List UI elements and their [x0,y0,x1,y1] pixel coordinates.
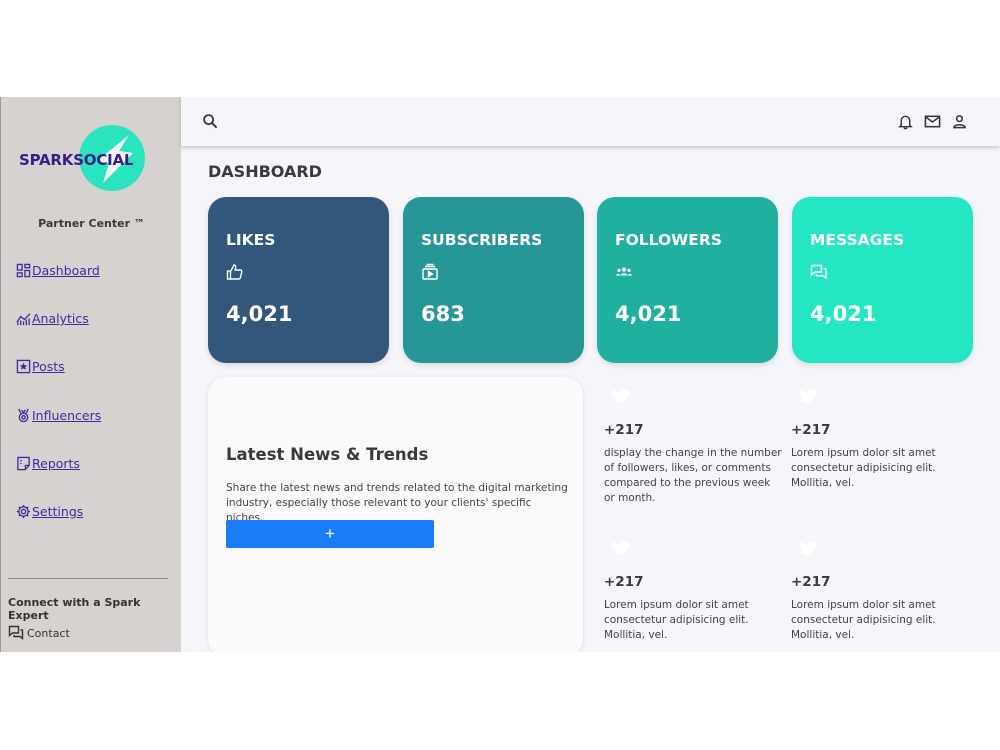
expert-heading: Connect with a Spark Expert [8,596,141,622]
analytics-icon [16,311,31,326]
stat-label: MESSAGES [810,231,905,249]
add-news-button[interactable]: + [226,520,434,548]
twitter-icon [612,540,630,556]
app-window: SPARKSOCIAL Partner Center ™ Dashboard A… [0,97,1000,652]
news-card: Latest News & Trends Share the latest ne… [208,377,583,652]
group-icon [615,263,633,281]
sidebar-item-influencers[interactable]: Influencers [16,408,101,423]
sidebar: SPARKSOCIAL Partner Center ™ Dashboard A… [0,97,181,652]
trend-text: Lorem ipsum dolor sit amet consectetur a… [604,599,749,641]
twitter-icon [799,540,817,556]
dashboard-icon [16,263,31,278]
partner-center-label: Partner Center ™ [38,217,145,230]
stat-value: 4,021 [615,302,682,326]
trend-text: display the change in the number of foll… [604,447,782,504]
thumbs-up-icon [226,263,244,281]
stat-card-subscribers[interactable]: SUBSCRIBERS 683 [403,197,584,363]
stat-label: LIKES [226,231,276,249]
chat-icon [8,625,24,640]
trend-delta: +217 [604,422,644,438]
sidebar-item-label: Analytics [32,311,89,326]
news-title: Latest News & Trends [226,445,429,464]
twitter-icon [612,388,630,404]
sidebar-item-label: Settings [32,504,84,519]
mail-icon[interactable] [924,113,941,130]
twitter-icon [799,388,817,404]
stat-value: 4,021 [810,302,877,326]
sidebar-item-posts[interactable]: Posts [16,359,65,374]
sidebar-item-analytics[interactable]: Analytics [16,311,89,326]
trend-text: Lorem ipsum dolor sit amet consectetur a… [791,599,936,641]
stat-label: FOLLOWERS [615,231,722,249]
sidebar-item-label: Influencers [32,408,102,423]
bell-icon[interactable] [897,113,914,130]
sidebar-item-label: Posts [32,359,65,374]
user-icon[interactable] [951,113,968,130]
stat-value: 683 [421,302,465,326]
reports-icon [16,456,31,471]
sidebar-item-settings[interactable]: Settings [16,504,83,519]
influencers-icon [16,408,31,423]
logo-text: SPARKSOCIAL [19,151,134,169]
posts-icon [16,359,31,374]
trend-text: Lorem ipsum dolor sit amet consectetur a… [791,447,936,489]
chat-icon [810,263,828,281]
sparksocial-logo[interactable]: SPARKSOCIAL [19,125,149,195]
page-title: DASHBOARD [208,162,322,181]
top-bar [181,97,1000,146]
sidebar-item-label: Reports [32,456,80,471]
stat-card-messages[interactable]: MESSAGES 4,021 [792,197,973,363]
subscriptions-icon [421,263,439,281]
sidebar-divider [8,578,168,579]
search-icon[interactable] [202,113,219,130]
contact-link[interactable]: Contact [8,625,70,641]
stat-value: 4,021 [226,302,293,326]
stat-card-likes[interactable]: LIKES 4,021 [208,197,389,363]
trend-delta: +217 [604,574,644,590]
settings-icon [16,504,31,519]
sidebar-item-reports[interactable]: Reports [16,456,80,471]
trend-delta: +217 [791,422,831,438]
stat-label: SUBSCRIBERS [421,231,543,249]
trend-delta: +217 [791,574,831,590]
sidebar-item-dashboard[interactable]: Dashboard [16,263,100,278]
contact-label: Contact [27,626,70,640]
sidebar-item-label: Dashboard [32,263,100,278]
stat-card-followers[interactable]: FOLLOWERS 4,021 [597,197,778,363]
